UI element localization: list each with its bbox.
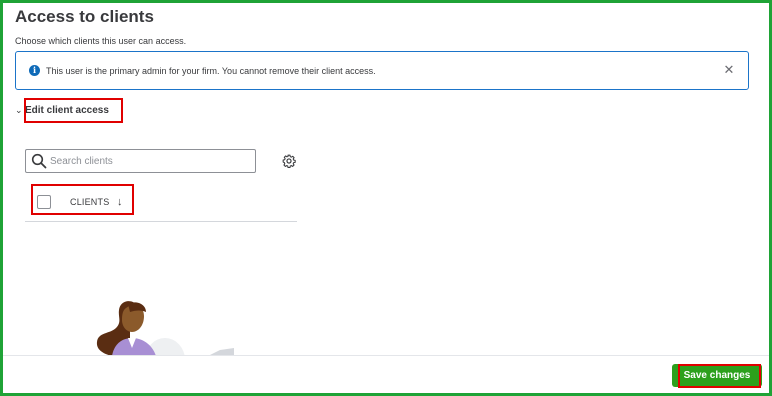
search-input[interactable] — [50, 155, 250, 167]
page-subtitle: Choose which clients this user can acces… — [15, 36, 187, 46]
annotation-highlight-save — [678, 364, 761, 388]
annotation-highlight-edit — [24, 98, 123, 123]
info-banner-text: This user is the primary admin for your … — [46, 66, 376, 76]
search-box[interactable] — [25, 149, 256, 173]
person-illustration — [90, 300, 240, 356]
chevron-down-icon: ⌄ — [15, 104, 23, 115]
info-banner: i This user is the primary admin for you… — [15, 51, 749, 90]
close-icon[interactable]: ✕ — [722, 63, 736, 77]
annotation-highlight-clients — [31, 184, 134, 215]
search-icon — [31, 153, 47, 169]
gear-icon[interactable] — [282, 154, 296, 169]
footer-bar — [3, 356, 769, 393]
page-title: Access to clients — [15, 7, 154, 26]
info-icon: i — [29, 65, 40, 76]
